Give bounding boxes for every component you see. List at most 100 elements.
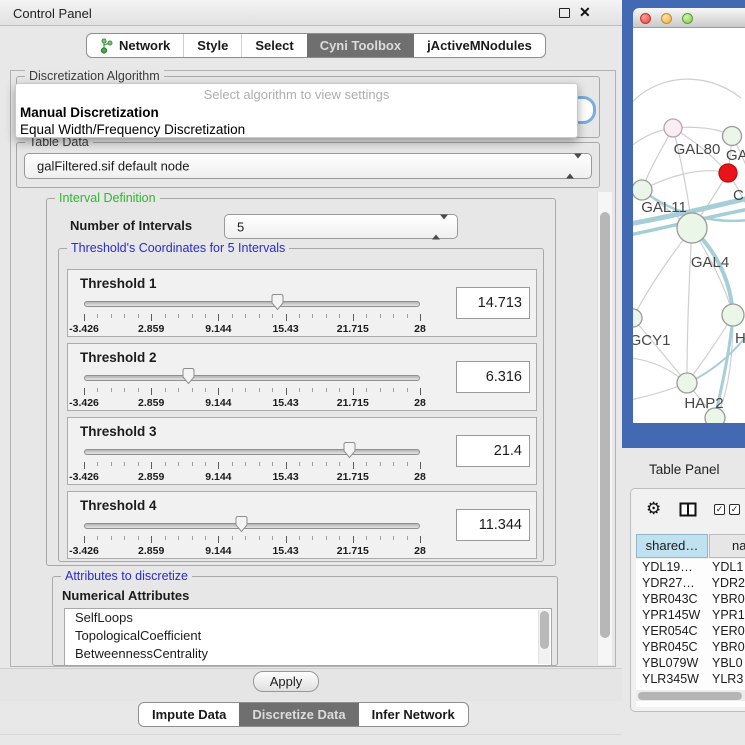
cell-name[interactable]: YDR2 [708,575,745,591]
slider-tick [124,462,125,466]
slider-tick [407,536,408,540]
threshold-value-field[interactable]: 14.713 [456,287,530,319]
algorithm-option-manual-discretization[interactable]: Manual Discretization [16,104,577,121]
slider-tick [232,536,233,540]
attribute-item-topologicalcoefficient[interactable]: TopologicalCoefficient [65,627,551,645]
cell-name[interactable]: YBR0 [708,591,745,607]
close-icon[interactable]: ✕ [579,4,591,21]
close-traffic-light-icon[interactable] [640,13,651,24]
scrollbar-thumb[interactable] [540,611,549,649]
slider-handle[interactable] [234,515,249,533]
slider-track[interactable] [84,523,420,529]
network-canvas[interactable]: GAL80 GA C GAL11 GAL4 GCY1 H HAP2 [633,28,745,423]
cell-shared-name[interactable]: YDR27… [636,575,708,591]
slider-tick [286,388,287,395]
slider-tick [366,536,367,540]
scrollbar-thumb[interactable] [600,212,610,638]
cell-name[interactable]: YER0 [708,623,745,639]
threshold-value-field[interactable]: 11.344 [456,509,530,541]
tab-label: jActiveMNodules [427,34,532,57]
network-node [677,213,707,243]
slider-tick [84,388,85,395]
slider-track[interactable] [84,301,420,307]
checkbox-icon[interactable]: ✓ [714,504,725,515]
table-row[interactable]: YLR345WYLR3 [636,671,745,687]
slider-tick-label: 15.43 [264,323,308,335]
cell-shared-name[interactable]: YDL19… [636,559,708,575]
panel-vertical-scrollbar[interactable] [597,192,612,665]
threshold-value-field[interactable]: 21.4 [456,435,530,467]
attribute-item-selfloops[interactable]: SelfLoops [65,609,551,627]
minimize-traffic-light-icon[interactable] [661,13,672,24]
slider-tick [245,388,246,392]
tab-label: Cyni Toolbox [320,34,401,57]
cell-name[interactable]: YPR1 [708,607,745,623]
table-row[interactable]: YBR045CYBR0 [636,639,745,655]
threshold-row-2: Threshold 2-3.4262.8599.14415.4321.71528… [67,343,537,411]
tab-network[interactable]: Network [87,34,183,57]
table-horizontal-scrollbar[interactable] [636,690,745,701]
slider-tick [259,314,260,318]
slider-track[interactable] [84,375,420,381]
tab-select[interactable]: Select [241,34,306,57]
cell-shared-name[interactable]: YLR345W [636,671,708,687]
node-label: GA [726,147,745,164]
column-header-name[interactable]: na [709,534,745,558]
network-node [722,304,744,326]
slider-tick-label: 21.715 [331,323,375,335]
slider-tick [312,462,313,466]
slider-tick [205,314,206,318]
table-row[interactable]: YPR145WYPR1 [636,607,745,623]
cell-name[interactable]: YLR3 [708,671,743,687]
network-node [677,373,697,393]
tab-infer-network[interactable]: Infer Network [359,703,468,726]
cell-name[interactable]: YBL0 [708,655,743,671]
slider-tick [339,388,340,392]
numerical-attributes-list[interactable]: SelfLoopsTopologicalCoefficientBetweenne… [64,608,552,666]
apply-button[interactable]: Apply [253,671,319,692]
table-row[interactable]: YDR27…YDR2 [636,575,745,591]
network-node [633,309,642,327]
tab-cyni-toolbox[interactable]: Cyni Toolbox [307,34,414,57]
scrollbar-thumb[interactable] [638,692,742,700]
list-scrollbar[interactable] [538,610,550,664]
float-window-icon[interactable] [559,8,570,18]
cell-shared-name[interactable]: YPR145W [636,607,708,623]
tab-jactivemnodules[interactable]: jActiveMNodules [414,34,545,57]
slider-handle[interactable] [342,441,357,459]
tab-impute-data[interactable]: Impute Data [139,703,239,726]
gear-icon[interactable]: ⚙ [646,499,661,519]
slider-tick [339,536,340,540]
cell-shared-name[interactable]: YBL079W [636,655,708,671]
threshold-value-field[interactable]: 6.316 [456,361,530,393]
table-data-combobox[interactable]: galFiltered.sif default node [24,153,592,179]
column-view-icon[interactable] [679,502,697,517]
table-row[interactable]: YER054CYER0 [636,623,745,639]
slider-tick-label: 9.144 [196,545,240,557]
tab-style[interactable]: Style [183,34,241,57]
tab-label: Discretize Data [252,703,345,726]
cell-name[interactable]: YDL1 [708,559,743,575]
attribute-item-betweennesscentrality[interactable]: BetweennessCentrality [65,645,551,663]
tab-discretize-data[interactable]: Discretize Data [239,703,358,726]
table-row[interactable]: YBR043CYBR0 [636,591,745,607]
algorithm-option-equal-width-frequency-discretization[interactable]: Equal Width/Frequency Discretization [16,121,577,138]
node-table[interactable]: YDL19…YDL1YDR27…YDR2YBR043CYBR0YPR145WYP… [636,559,745,707]
slider-tick [259,388,260,392]
cell-shared-name[interactable]: YBR045C [636,639,708,655]
table-row[interactable]: YBL079WYBL0 [636,655,745,671]
slider-handle[interactable] [181,367,196,385]
node-label: GAL80 [674,141,721,158]
cell-shared-name[interactable]: YBR043C [636,591,708,607]
checkbox-icon[interactable]: ✓ [729,504,740,515]
zoom-traffic-light-icon[interactable] [682,13,693,24]
slider-track[interactable] [84,449,420,455]
table-row[interactable]: YDL19…YDL1 [636,559,745,575]
cell-shared-name[interactable]: YER054C [636,623,708,639]
column-header-shared[interactable]: shared… [636,534,708,558]
slider-tick [111,536,112,540]
cell-name[interactable]: YBR0 [708,639,745,655]
number-of-intervals-combobox[interactable]: 5 [224,214,458,239]
slider-tick [124,536,125,540]
slider-handle[interactable] [270,293,285,311]
